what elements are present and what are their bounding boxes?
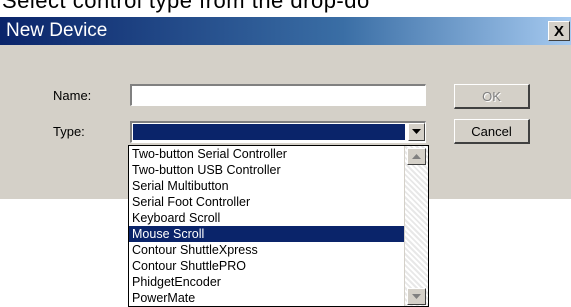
dropdown-option[interactable]: Serial Multibutton: [129, 178, 404, 194]
background-instruction-text: Select control type from the drop-do: [2, 0, 370, 13]
dropdown-option[interactable]: PhidgetEncoder: [129, 274, 404, 290]
type-dropdown-list[interactable]: Two-button Serial Controller Two-button U…: [128, 145, 429, 307]
dropdown-option[interactable]: Two-button Serial Controller: [129, 146, 404, 162]
type-combobox[interactable]: [130, 121, 426, 143]
scroll-down-arrow-icon: [412, 293, 421, 299]
dropdown-option[interactable]: PowerMate: [129, 290, 404, 306]
dropdown-option[interactable]: Two-button USB Controller: [129, 162, 404, 178]
ok-button[interactable]: OK: [454, 84, 530, 109]
dialog-titlebar[interactable]: New Device X: [0, 17, 571, 45]
type-combobox-selection: [133, 124, 405, 140]
cancel-button[interactable]: Cancel: [454, 119, 530, 144]
dropdown-option[interactable]: Contour ShuttleXpress: [129, 242, 404, 258]
dropdown-option[interactable]: Serial Foot Controller: [129, 194, 404, 210]
dropdown-option[interactable]: Contour ShuttlePRO: [129, 258, 404, 274]
dropdown-option[interactable]: Keyboard Scroll: [129, 210, 404, 226]
ok-button-label: OK: [482, 88, 501, 104]
scroll-up-button[interactable]: [407, 148, 426, 165]
scroll-down-button[interactable]: [407, 288, 426, 305]
dropdown-items: Two-button Serial Controller Two-button U…: [129, 146, 404, 306]
type-dropdown-button[interactable]: [408, 123, 425, 141]
cancel-button-label: Cancel: [471, 123, 512, 139]
dropdown-option[interactable]: Mouse Scroll: [129, 226, 404, 242]
scroll-up-arrow-icon: [412, 153, 421, 159]
name-label: Name:: [53, 88, 92, 103]
chevron-down-icon: [412, 129, 421, 134]
close-button[interactable]: X: [548, 21, 570, 41]
type-label: Type:: [53, 124, 85, 139]
name-field[interactable]: [130, 84, 426, 106]
close-icon: X: [553, 22, 564, 40]
dropdown-scrollbar[interactable]: [404, 146, 428, 306]
dialog-title: New Device: [6, 20, 108, 41]
